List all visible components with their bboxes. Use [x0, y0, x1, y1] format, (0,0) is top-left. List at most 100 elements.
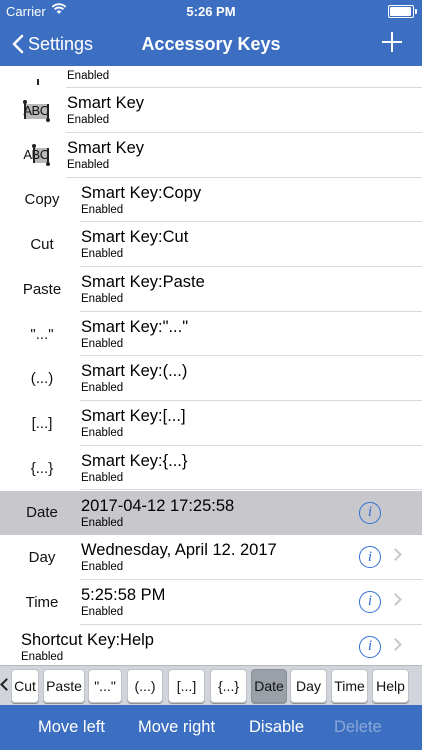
list-item-title: 5:25:58 PM	[81, 585, 166, 604]
key-label-icon: Time	[25, 593, 59, 611]
battery-icon	[388, 5, 417, 18]
key-label-icon: Cut	[30, 236, 54, 254]
list-item-title: Smart Key:"..."	[81, 317, 189, 336]
list-item-content: 2017-04-12 17:25:58 Enabled i	[80, 491, 422, 536]
delete-button: Delete	[334, 718, 382, 736]
list-item-title: Smart Key:Copy	[81, 183, 202, 202]
key-label-icon: Day	[28, 549, 56, 567]
key-label-icon: Paste	[22, 280, 62, 298]
accessory-key[interactable]: [...]	[168, 669, 205, 703]
list-item-content: Wednesday, April 12. 2017 Enabled i	[80, 535, 422, 580]
move-left-button[interactable]: Move left	[38, 718, 105, 737]
list-item-status: Enabled	[81, 516, 124, 529]
list-item-status: Enabled	[67, 114, 110, 127]
list-item-content: Smart Key:[...] Enabled	[80, 401, 422, 446]
list-item[interactable]: {...} Smart Key:{...} Enabled	[0, 445, 422, 491]
bottom-toolbar: Move left Move right Disable Delete	[0, 705, 422, 750]
key-label-icon: {...}	[30, 459, 54, 477]
list-item-status: Enabled	[67, 158, 110, 171]
info-icon[interactable]: i	[359, 501, 381, 524]
battery-fill	[390, 7, 411, 16]
accessory-key[interactable]: Day	[290, 669, 327, 703]
list-item[interactable]: Paste Smart Key:Paste Enabled	[0, 267, 422, 312]
smart-key-icon: ABC	[0, 88, 72, 133]
status-bar: Carrier 5:26 PM	[0, 0, 422, 22]
disable-button[interactable]: Disable	[249, 718, 304, 737]
list-item-title: Wednesday, April 12. 2017	[81, 541, 277, 560]
smart-key-icon: ABC	[0, 133, 72, 178]
list-item-status: Enabled	[21, 650, 64, 663]
list-item-status: Enabled	[81, 471, 124, 484]
list-item-title: 2017-04-12 17:25:58	[81, 496, 235, 515]
list-item[interactable]: "..." Smart Key:"..." Enabled	[0, 311, 422, 357]
list-item-content: Smart Key:{...} Enabled	[80, 446, 422, 491]
accessory-key[interactable]: Time	[331, 669, 368, 703]
info-icon[interactable]: i	[359, 546, 381, 569]
list-item-content: Smart Key:Cut Enabled	[80, 222, 422, 267]
list-item-content: Enabled	[66, 66, 422, 89]
info-icon[interactable]: i	[359, 590, 381, 613]
list-item[interactable]: ABC Smart Key Enabled	[0, 132, 422, 178]
list-item[interactable]: Cut Smart Key:Cut Enabled	[0, 222, 422, 267]
list-item-title: Smart Key:{...}	[81, 451, 188, 470]
list-item-status: Enabled	[81, 293, 124, 305]
key-label-icon: [...]	[31, 414, 53, 432]
key-label-icon: "..."	[30, 325, 54, 343]
accessory-key-bar: Cut Paste "..." (...) [...] {...} Date Day Time H…	[0, 665, 422, 706]
list-item-title: Smart Key:[...]	[81, 407, 186, 426]
list-item-status: Enabled	[81, 203, 124, 216]
accessory-key[interactable]: Date	[251, 669, 287, 703]
accessory-keys-list[interactable]: Enabled ABC Smart Key Enabled ABC Smart Key En…	[0, 66, 422, 665]
list-item-title: Smart Key	[67, 94, 145, 113]
key-label-icon: Date	[26, 504, 58, 522]
list-item[interactable]: Date 2017-04-12 17:25:58 Enabled i	[0, 490, 422, 536]
chevron-right-icon	[389, 503, 402, 517]
list-item[interactable]: Shortcut Key:Help Enabled i	[0, 624, 422, 665]
chevron-right-icon	[389, 593, 402, 606]
accessory-key[interactable]: Help	[372, 669, 409, 703]
navigation-bar: Carrier 5:26 PM Settings Accessory Keys	[0, 0, 422, 66]
accessory-key[interactable]: Paste	[43, 669, 85, 703]
list-item-title: Shortcut Key:Help	[21, 630, 154, 649]
list-item-content: Smart Key Enabled	[66, 88, 422, 133]
accessory-key[interactable]: {...}	[210, 669, 247, 703]
list-item[interactable]: Enabled	[0, 66, 422, 89]
list-item-status: Enabled	[81, 248, 124, 261]
list-item-content: Shortcut Key:Help Enabled i	[20, 625, 422, 665]
list-item-status: Enabled	[81, 382, 124, 395]
list-item-content: Smart Key:(...) Enabled	[80, 356, 422, 402]
chevron-right-icon	[389, 548, 402, 562]
key-label-icon: Copy	[24, 191, 60, 209]
list-item-status: Enabled	[67, 69, 110, 82]
info-icon[interactable]: i	[359, 635, 381, 658]
list-item[interactable]: ABC Smart Key Enabled	[0, 88, 422, 133]
list-item[interactable]: [...] Smart Key:[...] Enabled	[0, 401, 422, 446]
key-label-icon: (...)	[30, 370, 54, 388]
list-item-content: 5:25:58 PM Enabled i	[80, 580, 422, 625]
list-item-status: Enabled	[81, 605, 124, 618]
list-item-status: Enabled	[81, 337, 124, 350]
list-item-title: Smart Key:(...)	[81, 362, 188, 381]
list-item-content: Smart Key:Paste Enabled	[80, 267, 422, 312]
smart-key-icon	[0, 66, 72, 88]
chevron-right-icon	[389, 637, 402, 651]
list-item-status: Enabled	[81, 561, 124, 574]
accessory-key[interactable]: (...)	[127, 669, 163, 703]
add-icon[interactable]	[382, 32, 402, 52]
list-item[interactable]: Day Wednesday, April 12. 2017 Enabled i	[0, 535, 422, 580]
accessory-key[interactable]: "..."	[88, 669, 122, 703]
list-item-content: Smart Key Enabled	[66, 133, 422, 178]
list-item-title: Smart Key:Paste	[81, 273, 205, 291]
move-right-button[interactable]: Move right	[138, 718, 215, 737]
page-title: Accessory Keys	[141, 34, 281, 54]
list-item-content: Smart Key:Copy Enabled	[80, 178, 422, 223]
accessory-key[interactable]: Cut	[11, 669, 39, 703]
list-item-status: Enabled	[81, 427, 124, 440]
list-item-title: Smart Key:Cut	[81, 228, 189, 247]
list-item-title: Smart Key	[67, 138, 145, 157]
status-time: 5:26 PM	[186, 4, 236, 19]
list-item[interactable]: Copy Smart Key:Copy Enabled	[0, 177, 422, 223]
list-item[interactable]: Time 5:25:58 PM Enabled i	[0, 579, 422, 625]
list-item[interactable]: (...) Smart Key:(...) Enabled	[0, 356, 422, 402]
list-item-content: Smart Key:"..." Enabled	[80, 312, 422, 357]
